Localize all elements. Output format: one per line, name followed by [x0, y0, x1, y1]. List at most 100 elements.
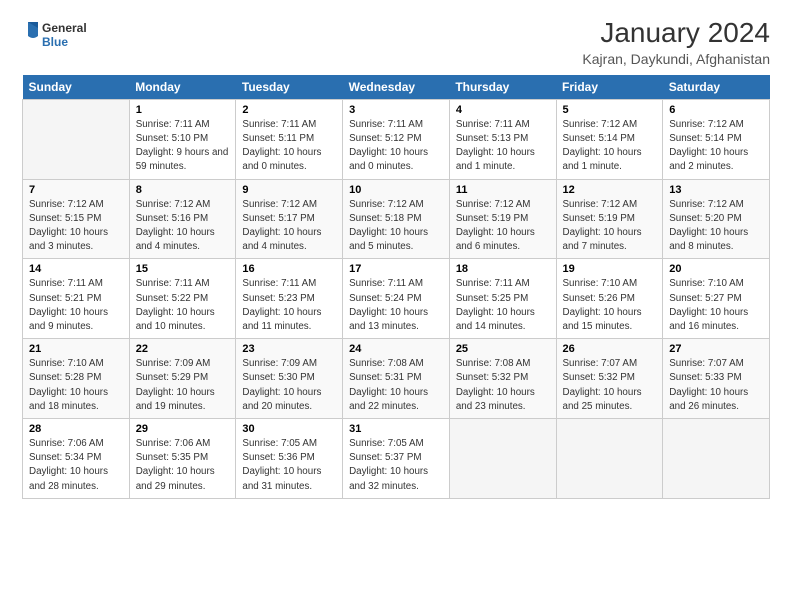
day-number: 10: [349, 184, 443, 196]
day-info: Sunrise: 7:06 AMSunset: 5:34 PMDaylight:…: [29, 438, 108, 492]
day-info: Sunrise: 7:05 AMSunset: 5:36 PMDaylight:…: [242, 438, 321, 492]
week-row-3: 14 Sunrise: 7:11 AMSunset: 5:21 PMDaylig…: [23, 259, 770, 339]
day-info: Sunrise: 7:11 AMSunset: 5:21 PMDaylight:…: [29, 278, 108, 332]
day-number: 19: [563, 263, 657, 275]
cell-w4-d1: 22 Sunrise: 7:09 AMSunset: 5:29 PMDaylig…: [129, 339, 236, 419]
day-number: 2: [242, 104, 336, 116]
day-number: 11: [456, 184, 550, 196]
day-number: 31: [349, 423, 443, 435]
day-info: Sunrise: 7:10 AMSunset: 5:27 PMDaylight:…: [669, 278, 748, 332]
day-info: Sunrise: 7:06 AMSunset: 5:35 PMDaylight:…: [136, 438, 215, 492]
day-info: Sunrise: 7:12 AMSunset: 5:20 PMDaylight:…: [669, 199, 748, 253]
day-number: 30: [242, 423, 336, 435]
cell-w1-d2: 2 Sunrise: 7:11 AMSunset: 5:11 PMDayligh…: [236, 99, 343, 179]
cell-w1-d4: 4 Sunrise: 7:11 AMSunset: 5:13 PMDayligh…: [449, 99, 556, 179]
header-tuesday: Tuesday: [236, 75, 343, 100]
week-row-1: 1 Sunrise: 7:11 AMSunset: 5:10 PMDayligh…: [23, 99, 770, 179]
logo-svg: General Blue: [22, 18, 92, 54]
cell-w3-d5: 19 Sunrise: 7:10 AMSunset: 5:26 PMDaylig…: [556, 259, 663, 339]
day-number: 9: [242, 184, 336, 196]
day-info: Sunrise: 7:05 AMSunset: 5:37 PMDaylight:…: [349, 438, 428, 492]
logo: General Blue: [22, 18, 92, 54]
day-number: 17: [349, 263, 443, 275]
header-thursday: Thursday: [449, 75, 556, 100]
cell-w5-d5: [556, 419, 663, 499]
cell-w4-d3: 24 Sunrise: 7:08 AMSunset: 5:31 PMDaylig…: [343, 339, 450, 419]
calendar-header: SundayMondayTuesdayWednesdayThursdayFrid…: [23, 75, 770, 100]
day-info: Sunrise: 7:09 AMSunset: 5:30 PMDaylight:…: [242, 358, 321, 412]
day-number: 28: [29, 423, 123, 435]
header-friday: Friday: [556, 75, 663, 100]
cell-w5-d4: [449, 419, 556, 499]
day-info: Sunrise: 7:11 AMSunset: 5:13 PMDaylight:…: [456, 119, 535, 173]
day-info: Sunrise: 7:11 AMSunset: 5:23 PMDaylight:…: [242, 278, 321, 332]
cell-w5-d1: 29 Sunrise: 7:06 AMSunset: 5:35 PMDaylig…: [129, 419, 236, 499]
svg-text:General: General: [42, 21, 87, 35]
day-number: 13: [669, 184, 763, 196]
day-info: Sunrise: 7:12 AMSunset: 5:19 PMDaylight:…: [456, 199, 535, 253]
cell-w4-d5: 26 Sunrise: 7:07 AMSunset: 5:32 PMDaylig…: [556, 339, 663, 419]
title-block: January 2024 Kajran, Daykundi, Afghanist…: [582, 18, 770, 67]
day-number: 7: [29, 184, 123, 196]
day-number: 8: [136, 184, 230, 196]
cell-w1-d0: [23, 99, 130, 179]
cell-w5-d3: 31 Sunrise: 7:05 AMSunset: 5:37 PMDaylig…: [343, 419, 450, 499]
cell-w2-d1: 8 Sunrise: 7:12 AMSunset: 5:16 PMDayligh…: [129, 179, 236, 259]
day-number: 18: [456, 263, 550, 275]
week-row-4: 21 Sunrise: 7:10 AMSunset: 5:28 PMDaylig…: [23, 339, 770, 419]
day-info: Sunrise: 7:12 AMSunset: 5:14 PMDaylight:…: [669, 119, 748, 173]
day-number: 25: [456, 343, 550, 355]
cell-w1-d5: 5 Sunrise: 7:12 AMSunset: 5:14 PMDayligh…: [556, 99, 663, 179]
cell-w5-d2: 30 Sunrise: 7:05 AMSunset: 5:36 PMDaylig…: [236, 419, 343, 499]
main-title: January 2024: [582, 18, 770, 49]
day-number: 20: [669, 263, 763, 275]
calendar-table: SundayMondayTuesdayWednesdayThursdayFrid…: [22, 75, 770, 499]
cell-w2-d6: 13 Sunrise: 7:12 AMSunset: 5:20 PMDaylig…: [663, 179, 770, 259]
week-row-2: 7 Sunrise: 7:12 AMSunset: 5:15 PMDayligh…: [23, 179, 770, 259]
header-sunday: Sunday: [23, 75, 130, 100]
day-info: Sunrise: 7:12 AMSunset: 5:16 PMDaylight:…: [136, 199, 215, 253]
page: General Blue January 2024 Kajran, Daykun…: [0, 0, 792, 612]
day-number: 4: [456, 104, 550, 116]
day-info: Sunrise: 7:12 AMSunset: 5:19 PMDaylight:…: [563, 199, 642, 253]
cell-w4-d6: 27 Sunrise: 7:07 AMSunset: 5:33 PMDaylig…: [663, 339, 770, 419]
day-info: Sunrise: 7:12 AMSunset: 5:14 PMDaylight:…: [563, 119, 642, 173]
cell-w2-d4: 11 Sunrise: 7:12 AMSunset: 5:19 PMDaylig…: [449, 179, 556, 259]
day-number: 29: [136, 423, 230, 435]
day-info: Sunrise: 7:11 AMSunset: 5:12 PMDaylight:…: [349, 119, 428, 173]
day-number: 26: [563, 343, 657, 355]
day-info: Sunrise: 7:10 AMSunset: 5:28 PMDaylight:…: [29, 358, 108, 412]
cell-w1-d1: 1 Sunrise: 7:11 AMSunset: 5:10 PMDayligh…: [129, 99, 236, 179]
day-number: 12: [563, 184, 657, 196]
cell-w3-d0: 14 Sunrise: 7:11 AMSunset: 5:21 PMDaylig…: [23, 259, 130, 339]
cell-w3-d3: 17 Sunrise: 7:11 AMSunset: 5:24 PMDaylig…: [343, 259, 450, 339]
cell-w2-d0: 7 Sunrise: 7:12 AMSunset: 5:15 PMDayligh…: [23, 179, 130, 259]
day-info: Sunrise: 7:07 AMSunset: 5:33 PMDaylight:…: [669, 358, 748, 412]
day-info: Sunrise: 7:08 AMSunset: 5:31 PMDaylight:…: [349, 358, 428, 412]
header-wednesday: Wednesday: [343, 75, 450, 100]
subtitle: Kajran, Daykundi, Afghanistan: [582, 51, 770, 67]
calendar-body: 1 Sunrise: 7:11 AMSunset: 5:10 PMDayligh…: [23, 99, 770, 498]
day-number: 3: [349, 104, 443, 116]
cell-w4-d2: 23 Sunrise: 7:09 AMSunset: 5:30 PMDaylig…: [236, 339, 343, 419]
svg-text:Blue: Blue: [42, 35, 68, 49]
day-info: Sunrise: 7:11 AMSunset: 5:24 PMDaylight:…: [349, 278, 428, 332]
day-info: Sunrise: 7:12 AMSunset: 5:17 PMDaylight:…: [242, 199, 321, 253]
day-number: 21: [29, 343, 123, 355]
week-row-5: 28 Sunrise: 7:06 AMSunset: 5:34 PMDaylig…: [23, 419, 770, 499]
day-info: Sunrise: 7:09 AMSunset: 5:29 PMDaylight:…: [136, 358, 215, 412]
cell-w4-d0: 21 Sunrise: 7:10 AMSunset: 5:28 PMDaylig…: [23, 339, 130, 419]
day-info: Sunrise: 7:11 AMSunset: 5:10 PMDaylight:…: [136, 119, 229, 173]
cell-w3-d2: 16 Sunrise: 7:11 AMSunset: 5:23 PMDaylig…: [236, 259, 343, 339]
day-info: Sunrise: 7:11 AMSunset: 5:25 PMDaylight:…: [456, 278, 535, 332]
cell-w5-d6: [663, 419, 770, 499]
cell-w5-d0: 28 Sunrise: 7:06 AMSunset: 5:34 PMDaylig…: [23, 419, 130, 499]
cell-w2-d3: 10 Sunrise: 7:12 AMSunset: 5:18 PMDaylig…: [343, 179, 450, 259]
cell-w3-d6: 20 Sunrise: 7:10 AMSunset: 5:27 PMDaylig…: [663, 259, 770, 339]
day-info: Sunrise: 7:11 AMSunset: 5:22 PMDaylight:…: [136, 278, 215, 332]
day-info: Sunrise: 7:12 AMSunset: 5:18 PMDaylight:…: [349, 199, 428, 253]
cell-w1-d6: 6 Sunrise: 7:12 AMSunset: 5:14 PMDayligh…: [663, 99, 770, 179]
day-info: Sunrise: 7:12 AMSunset: 5:15 PMDaylight:…: [29, 199, 108, 253]
day-number: 16: [242, 263, 336, 275]
day-info: Sunrise: 7:07 AMSunset: 5:32 PMDaylight:…: [563, 358, 642, 412]
